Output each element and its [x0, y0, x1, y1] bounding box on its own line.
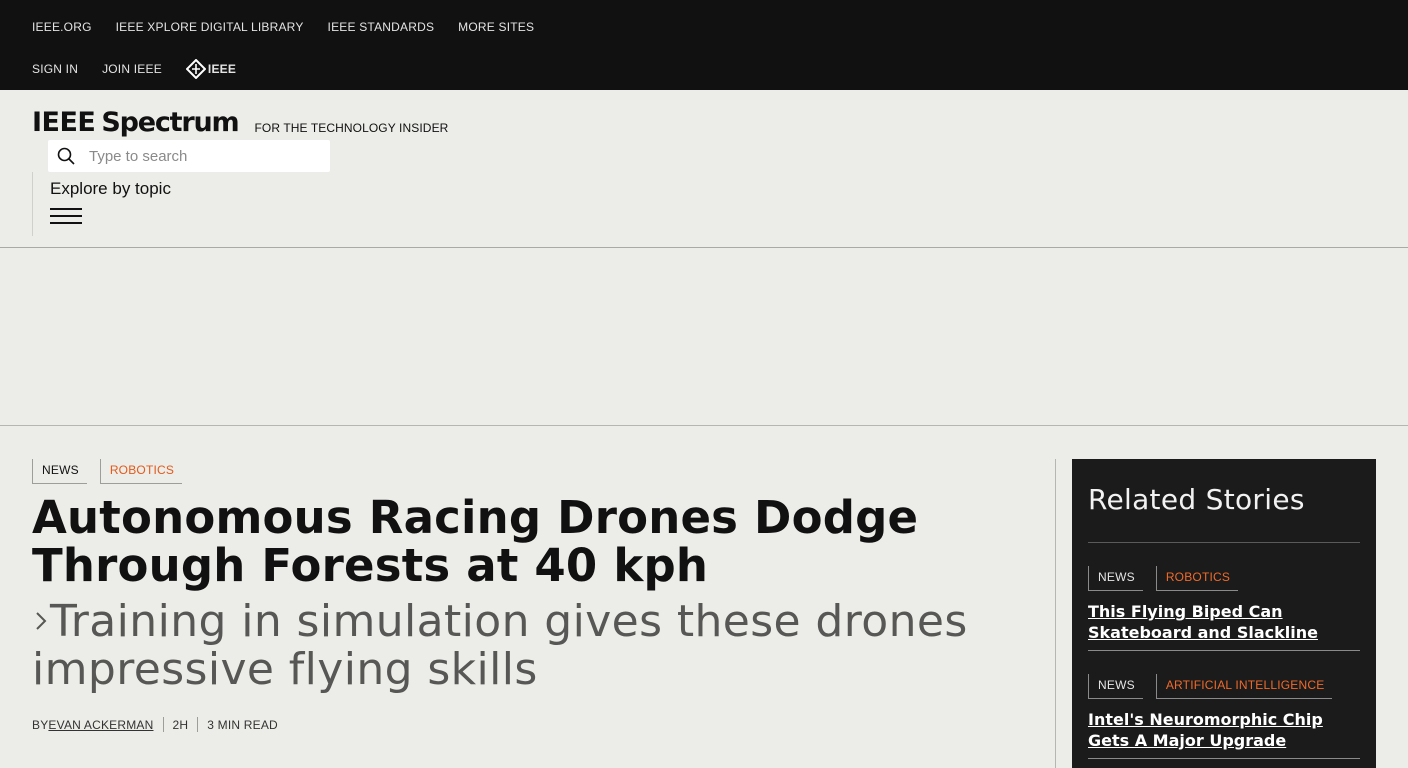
related-stories: Related Stories NEWS ROBOTICS This Flyin…: [1072, 459, 1376, 768]
related-story: NEWS ROBOTICS This Flying Biped Can Skat…: [1088, 543, 1360, 651]
author-link[interactable]: EVAN ACKERMAN: [48, 718, 153, 732]
byline-prefix: BY: [32, 717, 49, 732]
nav-link-ieee-org[interactable]: IEEE.ORG: [32, 20, 92, 34]
search-input[interactable]: [89, 147, 309, 165]
ad-placeholder: [0, 248, 1408, 426]
tag-artificial-intelligence[interactable]: ARTIFICIAL INTELLIGENCE: [1155, 674, 1333, 699]
tag-robotics[interactable]: ROBOTICS: [1155, 566, 1239, 591]
hamburger-menu-icon[interactable]: [50, 208, 82, 226]
tag-news[interactable]: NEWS: [32, 459, 87, 484]
article-subhead-text: Training in simulation gives these drone…: [32, 596, 968, 695]
nav-link-ieee-standards[interactable]: IEEE STANDARDS: [328, 20, 435, 34]
tag-robotics[interactable]: ROBOTICS: [99, 459, 183, 484]
nav-link-ieee-xplore[interactable]: IEEE XPLORE DIGITAL LIBRARY: [116, 20, 304, 34]
story-tags: NEWS ARTIFICIAL INTELLIGENCE: [1088, 674, 1360, 699]
ieee-sites-nav: IEEE.ORG IEEE XPLORE DIGITAL LIBRARY IEE…: [32, 20, 558, 34]
sign-in-link[interactable]: SIGN IN: [32, 62, 78, 76]
spectrum-logo[interactable]: IEEE Spectrum: [32, 107, 240, 138]
related-story-title[interactable]: Intel's Neuromorphic Chip Gets A Major U…: [1088, 709, 1360, 751]
tag-news[interactable]: NEWS: [1088, 566, 1143, 591]
tagline: FOR THE TECHNOLOGY INSIDER: [254, 121, 449, 135]
explore-by-topic[interactable]: Explore by topic: [32, 172, 171, 236]
spectrum-brand: IEEE Spectrum FOR THE TECHNOLOGY INSIDER: [32, 108, 448, 138]
account-nav: SIGN IN JOIN IEEE IEEE: [32, 59, 260, 79]
chevron-right-icon: [36, 612, 47, 630]
byline-divider: [162, 717, 164, 732]
related-story: NEWS ARTIFICIAL INTELLIGENCE Intel's Neu…: [1088, 651, 1360, 759]
ieee-diamond-icon: [185, 59, 206, 79]
spectrum-logo-ieee: IEEE: [32, 107, 96, 138]
related-stories-heading: Related Stories: [1088, 483, 1305, 516]
related-story-title[interactable]: This Flying Biped Can Skateboard and Sla…: [1088, 601, 1360, 643]
ieee-logo[interactable]: IEEE: [185, 59, 237, 79]
join-ieee-link[interactable]: JOIN IEEE: [102, 62, 162, 76]
tag-news[interactable]: NEWS: [1088, 674, 1143, 699]
article-tags: NEWS ROBOTICS: [32, 459, 1032, 484]
story-tags: NEWS ROBOTICS: [1088, 566, 1360, 591]
explore-label: Explore by topic: [50, 179, 171, 198]
time-ago: 2H: [172, 717, 189, 732]
ieee-logo-text: IEEE: [207, 62, 237, 76]
article-header: NEWS ROBOTICS Autonomous Racing Drones D…: [32, 459, 1032, 732]
spectrum-logo-spectrum: Spectrum: [101, 107, 239, 138]
article-subhead: Training in simulation gives these drone…: [32, 598, 1032, 694]
read-time: 3 MIN READ: [207, 717, 278, 732]
masthead: IEEE Spectrum FOR THE TECHNOLOGY INSIDER …: [0, 90, 1408, 248]
byline: BY EVAN ACKERMAN 2H 3 MIN READ: [32, 717, 1032, 732]
column-divider: [1055, 459, 1056, 768]
search-box: [48, 140, 330, 172]
article-headline: Autonomous Racing Drones Dodge Through F…: [32, 491, 919, 592]
search-icon[interactable]: [57, 147, 75, 165]
nav-link-more-sites[interactable]: MORE SITES: [458, 20, 534, 34]
byline-divider: [197, 717, 199, 732]
ieee-global-nav: IEEE.ORG IEEE XPLORE DIGITAL LIBRARY IEE…: [0, 0, 1408, 90]
